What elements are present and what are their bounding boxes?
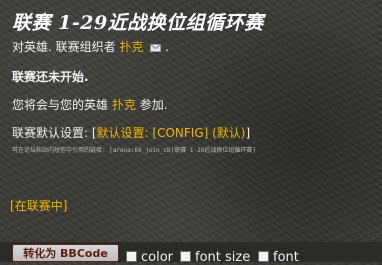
join-line: 您将会与您的英雄 扑克 参加. bbox=[12, 96, 168, 113]
mail-icon[interactable] bbox=[150, 41, 162, 55]
option-font-size[interactable]: font size bbox=[180, 246, 250, 265]
color-label: color bbox=[141, 250, 174, 265]
join-suffix: 参加. bbox=[139, 98, 168, 112]
organizer-link[interactable]: 扑克 bbox=[119, 40, 143, 54]
join-prefix: 您将会与您的英雄 bbox=[12, 98, 109, 112]
defaults-suffix: ] bbox=[245, 126, 251, 140]
color-checkbox[interactable] bbox=[126, 251, 137, 262]
convert-bbcode-button[interactable]: 转化为 BBCode bbox=[12, 244, 119, 262]
embed-link-note: 可在论坛和站内短信中引用的链接: [arena:69_join_cb|联赛 1-… bbox=[12, 147, 256, 154]
font-label: font bbox=[273, 250, 299, 265]
font-checkbox[interactable] bbox=[258, 251, 269, 262]
organizer-suffix: . bbox=[165, 40, 169, 54]
font-size-checkbox[interactable] bbox=[180, 251, 191, 262]
option-font[interactable]: font bbox=[258, 246, 299, 265]
organizer-line: 对英雄. 联赛组织者 扑克 . bbox=[12, 38, 169, 55]
defaults-line: 联赛默认设置: [默认设置: [CONFIG] (默认)] bbox=[12, 124, 250, 141]
league-status: 联赛还未开始. bbox=[12, 70, 89, 84]
in-league-close: ] bbox=[62, 199, 68, 213]
defaults-link[interactable]: 默认设置: [CONFIG] (默认) bbox=[97, 126, 246, 140]
hero-link[interactable]: 扑克 bbox=[112, 98, 136, 112]
organizer-prefix: 对英雄. 联赛组织者 bbox=[12, 40, 116, 54]
in-league-link[interactable]: 在联赛中 bbox=[15, 199, 63, 213]
option-color[interactable]: color bbox=[126, 246, 173, 265]
in-league-line: [在联赛中] bbox=[10, 197, 67, 214]
defaults-prefix: 联赛默认设置: [ bbox=[12, 126, 97, 140]
page-title: 联赛 1-29近战换位组循环赛 bbox=[12, 12, 264, 34]
font-size-label: font size bbox=[195, 250, 251, 265]
